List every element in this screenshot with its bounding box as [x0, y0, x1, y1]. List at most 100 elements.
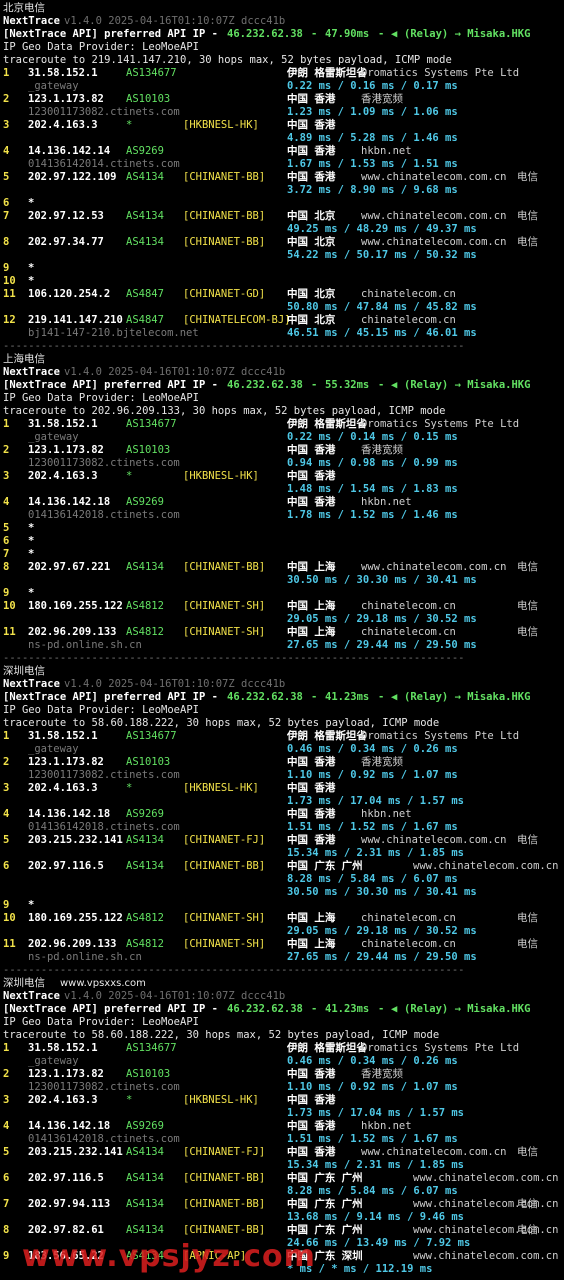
hop-detail-row: 8.28 ms / 5.84 ms / 6.07 ms: [0, 1185, 564, 1198]
hop-row: 2 123.1.173.82 AS10103 中国 香港 香港宽频: [0, 1068, 564, 1081]
hop-geo: 中国 香港: [287, 444, 336, 456]
section-title: 上海电信: [3, 353, 45, 365]
hop-detail-row: 30.50 ms / 30.30 ms / 30.41 ms: [0, 574, 564, 587]
relay-arrow-icon: ◀: [391, 28, 398, 40]
hop-host: www.chinatelecom.com.cn: [413, 1172, 559, 1184]
hop-geo: 伊朗 格雷斯坦省: [287, 730, 367, 742]
api-latency: 55.32ms: [325, 379, 370, 391]
hop-geo: 中国 香港: [287, 756, 336, 768]
hop-tag: [CHINANET-BB]: [183, 210, 266, 222]
hop-host: hkbn.net: [361, 145, 412, 157]
hop-asn: AS9269: [126, 808, 164, 820]
hop-asn: AS4812: [126, 938, 164, 950]
traceroute-command: traceroute to 58.60.188.222, 30 hops max…: [3, 1029, 440, 1041]
hop-host: Dromatics Systems Pte Ltd: [361, 1042, 520, 1054]
hop-number: 11: [3, 288, 16, 300]
hop-number: 2: [3, 444, 10, 456]
hop-row: 9 *: [0, 899, 564, 912]
version-line: NextTrace v1.4.0 2025-04-16T01:10:07Z dcc…: [0, 678, 564, 691]
hop-ip: 202.4.163.3: [28, 119, 98, 131]
hop-detail-row: 49.25 ms / 48.29 ms / 49.37 ms: [0, 223, 564, 236]
hop-ip: 202.97.82.61: [28, 1224, 104, 1236]
traceroute-line: traceroute to 58.60.188.222, 30 hops max…: [0, 717, 564, 730]
hop-row: 6 202.97.116.5 AS4134 [CHINANET-BB] 中国 广东 广州…: [0, 1172, 564, 1185]
hop-isp: 电信: [517, 600, 538, 612]
hop-asn: AS10103: [126, 1068, 171, 1080]
hop-asn: *: [126, 782, 133, 794]
hop-latency: 0.22 ms / 0.16 ms / 0.17 ms: [287, 80, 458, 92]
hop-detail-row: bj141-147-210.bjtelecom.net 46.51 ms / 45…: [0, 327, 564, 340]
traceroute-line: traceroute to 58.60.188.222, 30 hops max…: [0, 1029, 564, 1042]
hop-geo: 中国 北京: [287, 288, 336, 300]
hop-geo: 中国 广东 广州: [287, 1224, 363, 1236]
hop-asn: AS9269: [126, 145, 164, 157]
hop-ip: 123.1.173.82: [28, 1068, 104, 1080]
hop-ip: *: [28, 197, 35, 209]
hop-ip: 202.97.94.113: [28, 1198, 111, 1210]
hop-row: 6 *: [0, 535, 564, 548]
api-line: [NextTrace API] preferred API IP - 46.23…: [0, 1003, 564, 1016]
hop-row: 3 202.4.163.3 * [HKBNESL-HK] 中国 香港: [0, 1094, 564, 1107]
hop-number: 6: [3, 535, 10, 547]
hop-host: chinatelecom.cn: [361, 600, 456, 612]
hop-ip: 106.120.254.2: [28, 288, 111, 300]
hop-latency: 54.22 ms / 50.17 ms / 50.32 ms: [287, 249, 477, 261]
hop-rdns: ns-pd.online.sh.cn: [28, 951, 142, 963]
relay-arrow-icon: ◀: [391, 691, 398, 703]
hop-asn: AS4812: [126, 626, 164, 638]
hop-isp: 电信: [517, 236, 538, 248]
hop-row: 4 14.136.142.18 AS9269 中国 香港 hkbn.net: [0, 1120, 564, 1133]
hop-tag: [CHINANET-SH]: [183, 938, 266, 950]
geo-provider: IP Geo Data Provider: LeoMoeAPI: [3, 392, 199, 404]
hop-geo: 中国 香港: [287, 782, 336, 794]
hop-rdns: bj141-147-210.bjtelecom.net: [28, 327, 199, 339]
hop-row: 8 202.97.82.61 AS4134 [CHINANET-BB] 中国 广东 广州…: [0, 1224, 564, 1237]
hop-isp: 电信: [517, 561, 538, 573]
hop-ip: 202.96.209.133: [28, 626, 117, 638]
hop-number: 9: [3, 587, 10, 599]
hop-asn: *: [126, 470, 133, 482]
hop-number: 5: [3, 834, 10, 846]
hop-asn: *: [126, 1094, 133, 1106]
hop-rdns: 014136142018.ctinets.com: [28, 1133, 180, 1145]
hop-row: 6 202.97.116.5 AS4134 [CHINANET-BB] 中国 广东 广州…: [0, 860, 564, 873]
hop-asn: AS4134: [126, 236, 164, 248]
hop-host: 香港宽频: [361, 756, 403, 768]
geo-provider: IP Geo Data Provider: LeoMoeAPI: [3, 41, 199, 53]
separator-line: ----------------------------------------…: [0, 964, 564, 977]
hop-latency: 1.23 ms / 1.09 ms / 1.06 ms: [287, 106, 458, 118]
hop-asn: AS4812: [126, 912, 164, 924]
hop-tag: [CHINANET-SH]: [183, 626, 266, 638]
section-separator: ----------------------------------------…: [3, 964, 465, 976]
hop-number: 5: [3, 522, 10, 534]
hop-geo: 中国 上海: [287, 561, 336, 573]
hop-row: 5 203.215.232.141 AS4134 [CHINANET-FJ] 中国 香港…: [0, 834, 564, 847]
version-line: NextTrace v1.4.0 2025-04-16T01:10:07Z dcc…: [0, 15, 564, 28]
api-prefix: [NextTrace API] preferred API IP -: [3, 28, 225, 40]
hop-row: 4 14.136.142.14 AS9269 中国 香港 hkbn.net: [0, 145, 564, 158]
section-separator: ----------------------------------------…: [3, 652, 465, 664]
hop-ip: 14.136.142.18: [28, 496, 111, 508]
api-latency: 41.23ms: [325, 1003, 370, 1015]
hop-asn: AS4134: [126, 210, 164, 222]
hop-host: Dromatics Systems Pte Ltd: [361, 730, 520, 742]
hop-host: www.chinatelecom.com.cn: [361, 561, 507, 573]
hop-host: hkbn.net: [361, 1120, 412, 1132]
version-line: NextTrace v1.4.0 2025-04-16T01:10:07Z dcc…: [0, 990, 564, 1003]
hop-row: 2 123.1.173.82 AS10103 中国 香港 香港宽频: [0, 93, 564, 106]
hop-latency: 27.65 ms / 29.44 ms / 29.50 ms: [287, 639, 477, 651]
hop-asn: *: [126, 119, 133, 131]
hop-ip: 31.58.152.1: [28, 730, 98, 742]
hop-detail-row: _gateway 0.46 ms / 0.34 ms / 0.26 ms: [0, 1055, 564, 1068]
hop-ip: 202.97.67.221: [28, 561, 111, 573]
hop-host: Dromatics Systems Pte Ltd: [361, 418, 520, 430]
hop-ip: 123.1.173.82: [28, 756, 104, 768]
hop-asn: AS134677: [126, 1042, 177, 1054]
api-dash: -: [378, 691, 385, 703]
hop-isp: 电信: [517, 1146, 538, 1158]
hop-detail-row: 1.73 ms / 17.04 ms / 1.57 ms: [0, 1107, 564, 1120]
hop-detail-row: 29.05 ms / 29.18 ms / 30.52 ms: [0, 613, 564, 626]
hop-latency: 1.10 ms / 0.92 ms / 1.07 ms: [287, 769, 458, 781]
hop-ip: 123.1.173.82: [28, 93, 104, 105]
hop-detail-row: ns-pd.online.sh.cn 27.65 ms / 29.44 ms / …: [0, 639, 564, 652]
